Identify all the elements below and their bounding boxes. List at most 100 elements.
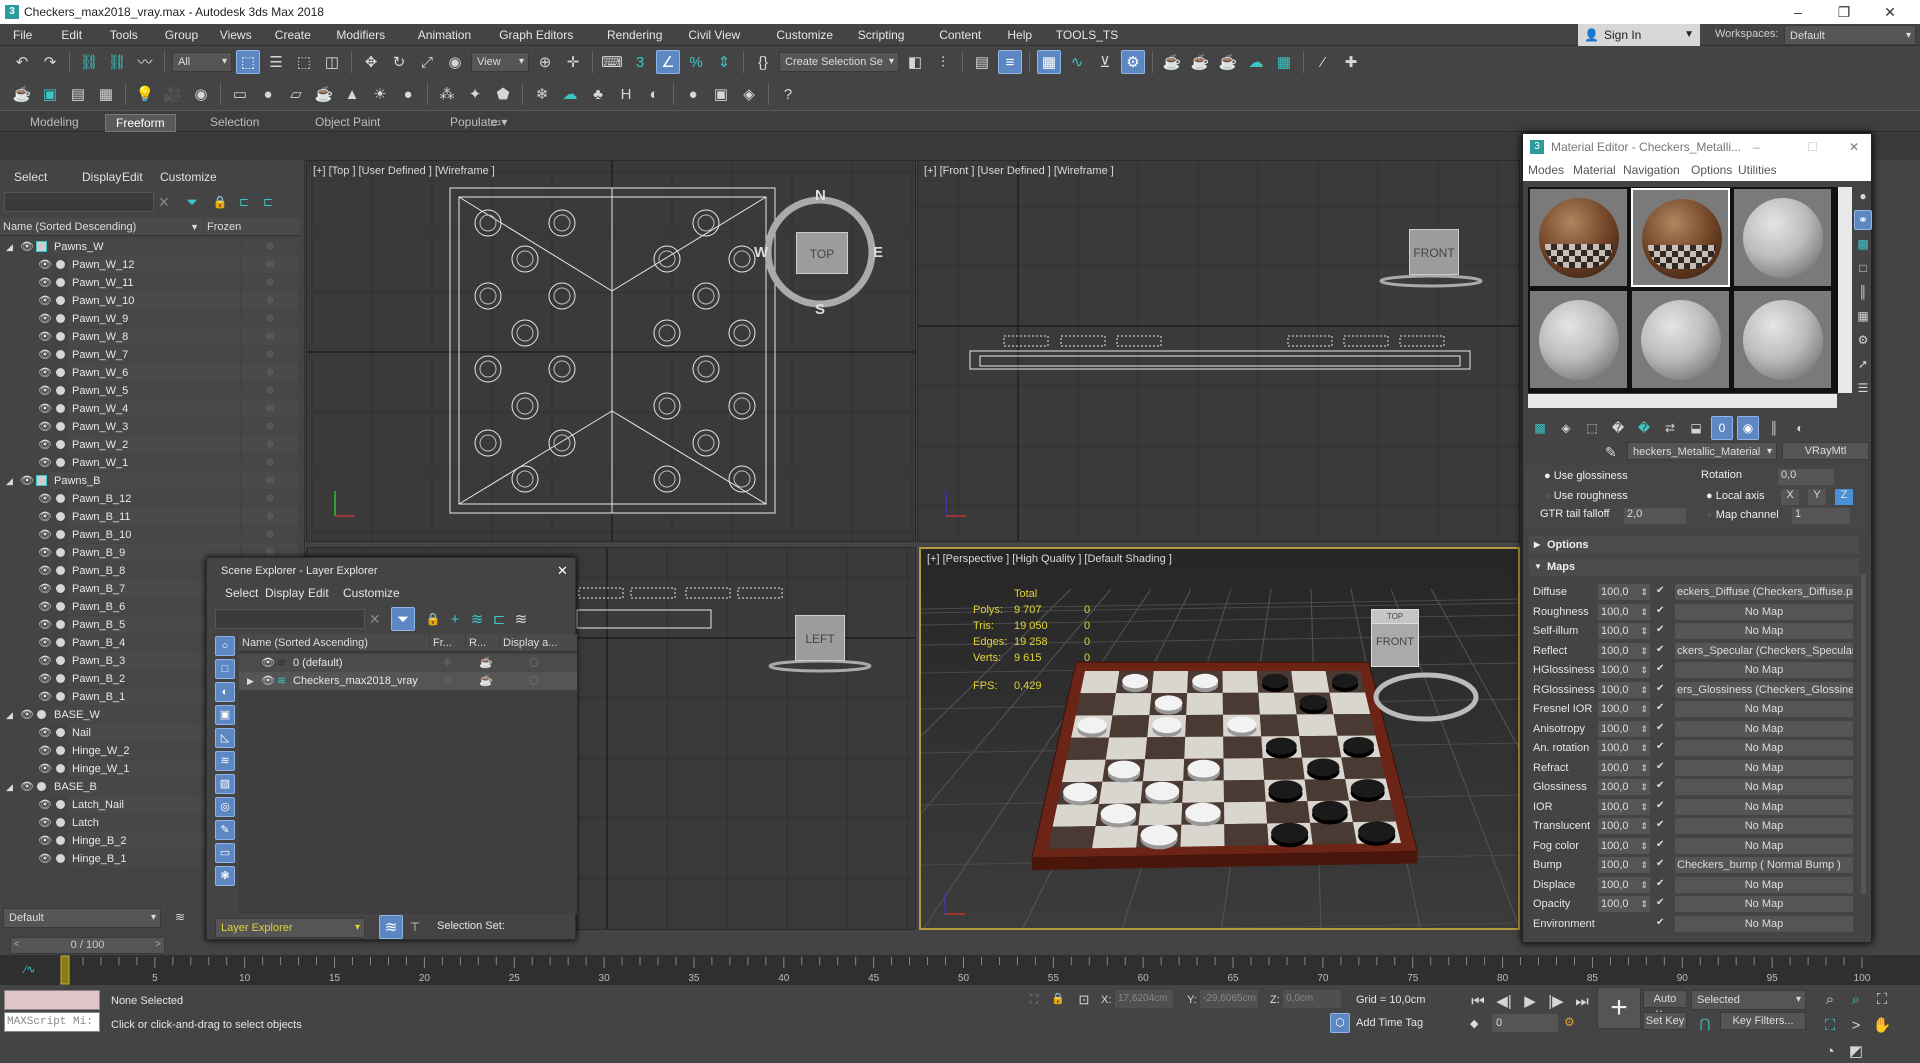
visibility-eye-icon[interactable]: 👁	[38, 436, 52, 454]
viewcube-front-face[interactable]: FRONT	[1372, 624, 1418, 660]
map-enabled-checkbox[interactable]: ✔	[1656, 819, 1664, 830]
frozen-toggle-icon[interactable]: ❄	[242, 346, 298, 363]
layer-search-input[interactable]	[215, 609, 365, 629]
menu-tools[interactable]: Tools	[110, 28, 138, 42]
visibility-eye-icon[interactable]: 👁	[38, 634, 52, 652]
options-rollout[interactable]: ▶ Options	[1529, 536, 1859, 554]
map-enabled-checkbox[interactable]: ✔	[1656, 644, 1664, 655]
eyedropper-icon[interactable]: ✎	[1605, 444, 1617, 461]
z-coordinate-field[interactable]: 0,0cm	[1283, 990, 1341, 1008]
layer-column-header[interactable]: Display a...	[500, 634, 577, 652]
clear-search-icon[interactable]: ✕	[369, 611, 381, 628]
get-material-icon[interactable]: ▩	[1529, 416, 1551, 440]
put-to-library-icon[interactable]: ⇄	[1659, 416, 1681, 440]
axis-z-button[interactable]: Z	[1835, 489, 1853, 505]
render-setup-icon[interactable]: ⚙	[1121, 50, 1145, 74]
light-list-icon[interactable]: 💡	[133, 82, 157, 106]
axis-x-button[interactable]: X	[1781, 489, 1799, 505]
scene-menu-select[interactable]: Select	[14, 170, 47, 184]
groups-icon[interactable]: ▧	[215, 774, 235, 794]
scene-object-row[interactable]: 👁 Pawn_W_8 ❄	[0, 328, 300, 346]
explorer-type-select[interactable]: Layer Explorer	[215, 918, 365, 938]
maximize-viewport-icon[interactable]: ◩	[1844, 1039, 1868, 1063]
redo-icon[interactable]: ↷	[38, 50, 62, 74]
hierarchy-children-icon[interactable]: ⊏	[256, 190, 280, 214]
map-slot-button[interactable]: No Map	[1675, 779, 1853, 795]
material-menu-utilities[interactable]: Utilities	[1738, 163, 1777, 177]
viewcube[interactable]: TOP FRONT	[1371, 609, 1419, 667]
hdri-icon[interactable]: H	[614, 82, 638, 106]
map-amount-spinner[interactable]: 100,0	[1598, 584, 1650, 600]
shapes-icon[interactable]: □	[215, 659, 235, 679]
scene-object-row[interactable]: 👁 Pawn_B_12 ❄	[0, 490, 300, 508]
visibility-eye-icon[interactable]: 👁	[38, 274, 52, 292]
menu-file[interactable]: File	[13, 28, 32, 42]
map-slot-button[interactable]: No Map	[1675, 701, 1853, 717]
scene-object-row[interactable]: 👁 Pawn_W_2 ❄	[0, 436, 300, 454]
layer-column-header[interactable]: Name (Sorted Ascending)	[239, 634, 429, 652]
close-icon[interactable]: ✕	[557, 563, 568, 579]
frame-slider[interactable]: < 0 / 100 >	[10, 937, 165, 954]
scene-object-row[interactable]: 👁 Pawn_W_10 ❄	[0, 292, 300, 310]
helpers-icon[interactable]: ◺	[215, 728, 235, 748]
expand-toggle-icon[interactable]: ◢	[6, 706, 13, 724]
auto-key-button[interactable]: Auto Key	[1643, 990, 1687, 1021]
frozen-toggle-icon[interactable]: ❄	[242, 274, 298, 291]
map-enabled-checkbox[interactable]: ✔	[1656, 780, 1664, 791]
snap-3d-icon[interactable]: 3	[628, 50, 652, 74]
material-menu-modes[interactable]: Modes	[1528, 163, 1564, 177]
gtr-spinner[interactable]: 2,0	[1624, 508, 1686, 524]
manipulate-icon[interactable]: ✛	[561, 50, 585, 74]
render-frame-icon[interactable]: ▣	[38, 82, 62, 106]
schematic-view-icon[interactable]: ∿	[1065, 50, 1089, 74]
timeline[interactable]: ⁄∿ 0510152025303540455055606570758085909…	[0, 955, 1920, 985]
scene-menu-edit[interactable]: Edit	[122, 170, 143, 184]
y-coordinate-field[interactable]: -29,6065cm	[1200, 990, 1258, 1008]
scene-object-row[interactable]: 👁 Pawn_W_3 ❄	[0, 418, 300, 436]
spinner-snap-icon[interactable]: ⇕	[712, 50, 736, 74]
rotation-spinner[interactable]: 0,0	[1778, 469, 1834, 485]
grid-icon[interactable]: ▦	[94, 82, 118, 106]
scene-menu-display[interactable]: Display	[82, 170, 121, 184]
render-cloud-icon[interactable]: ☁	[1244, 50, 1268, 74]
layer-row[interactable]: ▶ 👁 ≋ Checkers_max2018_vray ❄ ☕ ⬡	[239, 672, 577, 690]
map-amount-spinner[interactable]: 100,0	[1598, 720, 1650, 737]
map-slot-button[interactable]: No Map	[1675, 915, 1853, 932]
scene-group-row[interactable]: ◢ 👁 Pawns_W ❄	[0, 238, 300, 256]
make-unique-icon[interactable]: �	[1633, 416, 1655, 440]
frozen-toggle-icon[interactable]: ❄	[443, 654, 452, 672]
map-amount-spinner[interactable]: 100,0	[1598, 662, 1650, 678]
lock-icon[interactable]: 🔒	[208, 190, 232, 214]
map-slot-button[interactable]: eckers_Diffuse (Checkers_Diffuse.pn	[1675, 584, 1853, 600]
go-forward-icon[interactable]: ◐	[1789, 416, 1811, 440]
scene-object-row[interactable]: 👁 Pawn_W_6 ❄	[0, 364, 300, 382]
sample-type-icon[interactable]: ●	[1854, 186, 1872, 206]
visibility-eye-icon[interactable]: 👁	[38, 454, 52, 472]
visibility-eye-icon[interactable]: 👁	[38, 256, 52, 274]
material-type-button[interactable]: VRayMtl	[1782, 442, 1869, 460]
visibility-eye-icon[interactable]: 👁	[38, 418, 52, 436]
scene-converter-icon[interactable]: ▣	[709, 82, 733, 106]
sample-slot[interactable]	[1529, 188, 1628, 287]
ribbon-tab-object-paint[interactable]: Object Paint	[305, 114, 390, 130]
assign-material-icon[interactable]: ⬚	[1581, 416, 1603, 440]
help-icon[interactable]: ?	[776, 82, 800, 106]
select-object-icon[interactable]: ⬚	[236, 50, 260, 74]
visibility-eye-icon[interactable]: 👁	[20, 778, 34, 796]
map-slot-button[interactable]: No Map	[1675, 623, 1853, 639]
ball-icon[interactable]: ●	[396, 82, 420, 106]
cloud-icon[interactable]: ☁	[558, 82, 582, 106]
map-amount-spinner[interactable]: 100,0	[1598, 876, 1650, 893]
viewport-front[interactable]: [+] [Front ] [User Defined ] [Wireframe …	[917, 160, 1520, 542]
place-icon[interactable]: ◉	[443, 50, 467, 74]
menu-customize[interactable]: Customize	[776, 28, 833, 42]
play-icon[interactable]: ▶	[1518, 989, 1542, 1013]
frozen-toggle-icon[interactable]: ❄	[242, 436, 298, 453]
map-amount-spinner[interactable]: 100,0	[1598, 896, 1650, 912]
next-frame-icon[interactable]: |▶	[1544, 989, 1568, 1013]
box-icon[interactable]: ▭	[228, 82, 252, 106]
menu-scripting[interactable]: Scripting	[858, 28, 905, 42]
menu-rendering[interactable]: Rendering	[607, 28, 662, 42]
map-enabled-checkbox[interactable]: ✔	[1656, 897, 1664, 908]
put-to-scene-icon[interactable]: ◈	[1555, 416, 1577, 440]
